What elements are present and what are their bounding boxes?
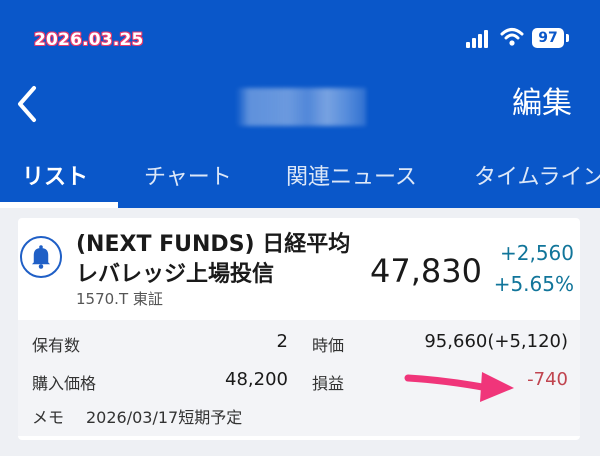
fund-code: 1570.T 東証 (76, 290, 163, 308)
purchase-price: 48,200 (225, 369, 288, 390)
active-tab-indicator (0, 202, 118, 208)
market-value: 95,660(+5,120) (424, 331, 568, 352)
tab-chart[interactable]: チャート (144, 150, 232, 208)
fund-name: (NEXT FUNDS) 日経平均 レバレッジ上場投信 (76, 230, 366, 290)
fund-change-percent: +5.65% (493, 272, 574, 296)
wifi-icon (500, 28, 524, 46)
fund-name-line1: (NEXT FUNDS) 日経平均 (76, 232, 351, 257)
tab-timeline[interactable]: タイムライン (474, 150, 600, 208)
battery-tip (566, 34, 569, 42)
quantity-value: 2 (276, 331, 288, 352)
date-stamp: 2026.03.25 (34, 30, 144, 50)
tab-list[interactable]: リスト (22, 150, 88, 208)
edit-button[interactable]: 編集 (512, 84, 572, 124)
memo-label: メモ (32, 408, 65, 427)
back-button[interactable] (10, 82, 46, 126)
memo-value: 2026/03/17短期予定 (86, 408, 243, 427)
purchase-price-label: 購入価格 (32, 374, 97, 393)
profit-loss-label: 損益 (312, 374, 345, 393)
market-value-label: 時価 (312, 336, 345, 355)
fund-name-line2: レバレッジ上場投信 (76, 262, 275, 287)
fund-price: 47,830 (370, 252, 482, 290)
battery-icon: 97 (532, 28, 564, 48)
tab-related-news[interactable]: 関連ニュース (286, 150, 417, 208)
fund-change-absolute: +2,560 (499, 241, 574, 265)
quantity-label: 保有数 (32, 336, 81, 355)
bell-icon[interactable] (20, 236, 62, 278)
page-title (236, 88, 366, 126)
arrow-right-icon (404, 372, 514, 402)
tab-bar: リスト チャート 関連ニュース タイムライン (0, 150, 600, 208)
cellular-signal-icon (466, 30, 492, 48)
